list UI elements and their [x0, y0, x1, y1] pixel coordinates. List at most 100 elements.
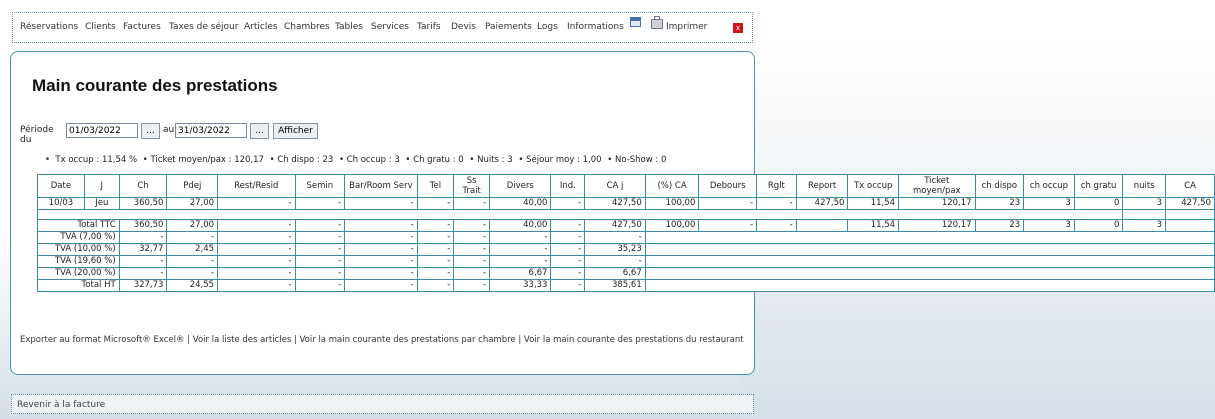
table-cell: TVA (20,00 %): [37, 267, 120, 280]
export-excel-link[interactable]: Exporter au format Microsoft® Excel®: [20, 335, 185, 345]
table-cell: -: [118, 267, 168, 280]
table-cell: 427,50: [795, 197, 849, 210]
column-header: Rest/Resid: [217, 174, 296, 198]
bullet: •: [604, 155, 615, 165]
table-cell: -: [166, 255, 219, 268]
nav-taxes-sejour[interactable]: Taxes de séjour: [169, 22, 238, 32]
table-cell: 32,77: [118, 243, 168, 256]
table-cell: -: [217, 243, 296, 256]
table-cell: 11,54: [847, 197, 900, 210]
printer-icon[interactable]: [651, 16, 663, 29]
table-cell: -: [294, 243, 346, 256]
nav-factures[interactable]: Factures: [123, 22, 161, 32]
column-header: Semin: [294, 174, 346, 198]
total-ttc-row: Total TTC 360,50 27,00- - - - -40,00-427,50 100…: [37, 219, 1215, 232]
table-cell: [795, 219, 849, 232]
nav-reservations[interactable]: Réservations: [20, 22, 78, 32]
table-cell: 10/03: [37, 197, 85, 210]
table-cell: -: [756, 197, 797, 210]
table-cell: -: [453, 243, 491, 256]
column-header: Report: [795, 174, 849, 198]
table-cell: -: [344, 219, 418, 232]
table-cell: -: [217, 197, 296, 210]
table-cell: 120,17: [898, 197, 976, 210]
period-to-label: au: [163, 125, 175, 135]
nav-services[interactable]: Services: [371, 22, 409, 32]
column-header: ch dispo: [974, 174, 1025, 198]
table-cell: 35,23: [584, 243, 646, 256]
table-cell: -: [294, 231, 346, 244]
link-separator: |: [291, 335, 300, 345]
table-cell: 3: [1122, 219, 1167, 232]
table-cell: 327,73: [118, 279, 168, 292]
nav-articles[interactable]: Articles: [244, 22, 278, 32]
stat-ch-dispo: Ch dispo : 23: [277, 155, 334, 165]
stats-summary: • Tx occup : 11,54 % • Ticket moyen/pax …: [45, 155, 669, 165]
table-cell: Total TTC: [37, 219, 120, 232]
prestations-table: Date J Ch Pdej Rest/Resid Semin Bar/Room Serv T…: [36, 174, 1215, 292]
bullet: •: [45, 155, 56, 165]
nav-tables[interactable]: Tables: [335, 22, 363, 32]
column-header: Rglt: [756, 174, 797, 198]
column-header: Ss Trait: [453, 174, 491, 198]
stat-no-show: No-Show : 0: [614, 155, 667, 165]
table-cell: 24,55: [166, 279, 219, 292]
table-cell: [644, 267, 1215, 280]
table-cell: -: [416, 197, 455, 210]
date-to-input[interactable]: [175, 123, 247, 138]
table-cell: 40,00: [489, 197, 552, 210]
table-cell: -: [453, 279, 491, 292]
table-row: 10/03 Jeu 360,50 27,00- - - - -40,00-427,50 100,…: [37, 197, 1215, 210]
calendar-icon[interactable]: [630, 17, 641, 27]
column-header: Bar/Room Serv: [344, 174, 418, 198]
bullet: •: [466, 155, 478, 165]
table-cell: -: [217, 231, 296, 244]
table-cell: [644, 279, 1215, 292]
articles-list-link[interactable]: Voir la liste des articles: [193, 335, 291, 345]
table-cell: -: [584, 231, 646, 244]
per-room-link[interactable]: Voir la main courante des prestations pa…: [300, 335, 516, 345]
table-cell: -: [294, 267, 346, 280]
table-cell: 385,61: [584, 279, 646, 292]
nav-devis[interactable]: Devis: [451, 22, 476, 32]
table-cell: TVA (10,00 %): [37, 243, 120, 256]
table-cell: -: [584, 255, 646, 268]
show-button[interactable]: Afficher: [273, 123, 318, 139]
table-cell: TVA (7,00 %): [37, 231, 120, 244]
date-from-input[interactable]: [66, 123, 138, 138]
table-cell: -: [344, 267, 418, 280]
table-cell: -: [294, 255, 346, 268]
table-cell: 100,00: [644, 197, 700, 210]
nav-logs[interactable]: Logs: [537, 22, 558, 32]
stat-ticket-moyen: Ticket moyen/pax : 120,17: [150, 155, 264, 165]
back-bar: Revenir à la facture: [11, 394, 754, 414]
table-cell: -: [344, 255, 418, 268]
table-cell: -: [294, 197, 346, 210]
nav-informations[interactable]: Informations: [567, 22, 624, 32]
back-to-invoice-link[interactable]: Revenir à la facture: [17, 400, 105, 410]
link-separator: |: [184, 335, 193, 345]
column-header: Debours: [698, 174, 758, 198]
table-cell: 3: [1023, 219, 1075, 232]
table-cell: -: [453, 267, 491, 280]
table-cell: -: [756, 219, 797, 232]
table-cell: -: [550, 279, 586, 292]
nav-clients[interactable]: Clients: [85, 22, 116, 32]
restaurant-link[interactable]: Voir la main courante des prestations du…: [524, 335, 744, 345]
table-cell: -: [416, 255, 455, 268]
date-to-picker-button[interactable]: ...: [250, 123, 269, 139]
column-header: (%) CA: [644, 174, 700, 198]
column-header: Date: [37, 174, 85, 198]
nav-tarifs[interactable]: Tarifs: [417, 22, 441, 32]
nav-paiements[interactable]: Paiements: [485, 22, 532, 32]
table-cell: 427,50: [584, 197, 646, 210]
nav-chambres[interactable]: Chambres: [284, 22, 330, 32]
close-icon[interactable]: x: [733, 23, 743, 33]
table-cell: 40,00: [489, 219, 552, 232]
table-cell: -: [294, 219, 346, 232]
table-cell: -: [550, 243, 586, 256]
date-from-picker-button[interactable]: ...: [141, 123, 160, 139]
table-cell: -: [416, 231, 455, 244]
table-cell: -: [550, 267, 586, 280]
print-link[interactable]: Imprimer: [666, 22, 707, 32]
